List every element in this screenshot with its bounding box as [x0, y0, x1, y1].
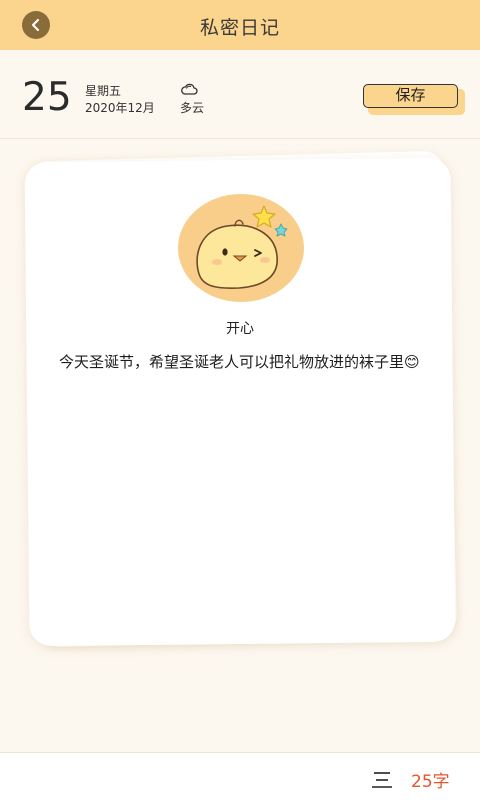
date-year-month: 2020年12月	[85, 101, 155, 115]
page-title: 私密日记	[199, 17, 280, 39]
date-weekday: 星期五	[85, 84, 122, 98]
top-bar: 私密日记	[0, 0, 480, 50]
happy-chick-icon[interactable]	[177, 194, 305, 302]
date-day: 25	[22, 75, 72, 120]
header-divider	[0, 138, 480, 139]
mood-label: 开心	[226, 321, 254, 337]
text-align-icon[interactable]	[370, 770, 394, 790]
weather-label: 多云	[180, 101, 205, 115]
bottom-bar: 25字	[0, 752, 480, 800]
word-count: 25字	[411, 772, 450, 792]
save-button[interactable]: 保存	[363, 84, 458, 108]
cloud-icon	[181, 83, 198, 95]
diary-text[interactable]: 今天圣诞节，希望圣诞老人可以把礼物放进的袜子里😊	[59, 350, 429, 374]
